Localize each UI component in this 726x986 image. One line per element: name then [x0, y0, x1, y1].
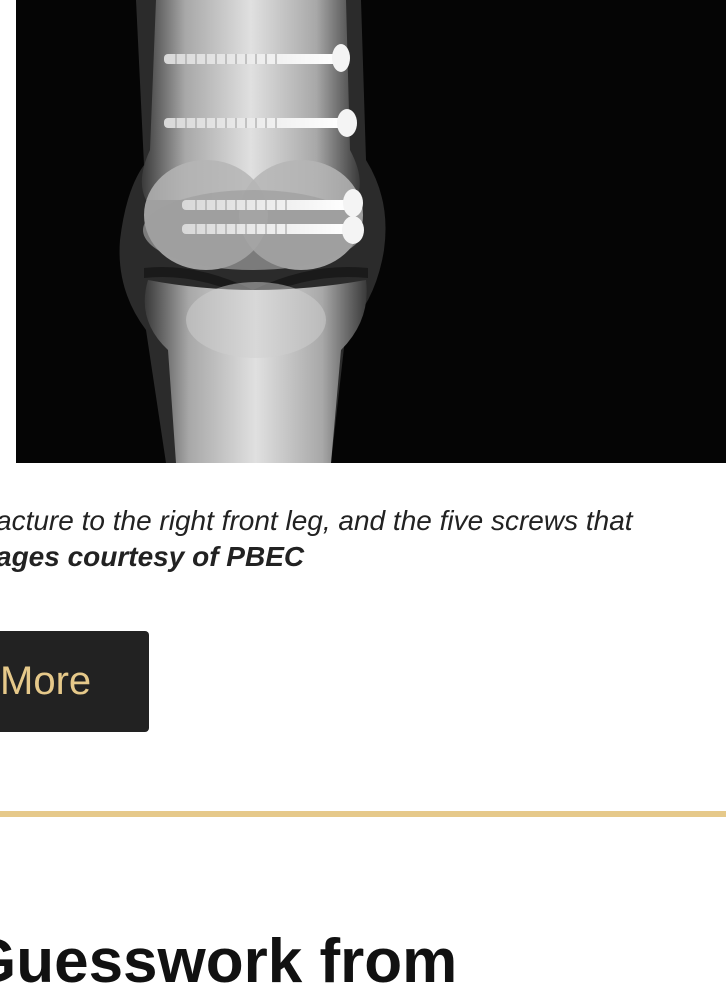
caption-text: acture to the right front leg, and the f…: [0, 505, 633, 536]
read-more-button[interactable]: More: [0, 631, 149, 732]
image-caption: acture to the right front leg, and the f…: [0, 503, 726, 575]
xray-leg-illustration: [119, 0, 386, 463]
section-divider: [0, 811, 726, 817]
article-page: acture to the right front leg, and the f…: [0, 0, 726, 986]
caption-credit: ages courtesy of PBEC: [0, 541, 305, 572]
xray-image: [16, 0, 726, 463]
section-heading: Guesswork from: [0, 927, 458, 986]
